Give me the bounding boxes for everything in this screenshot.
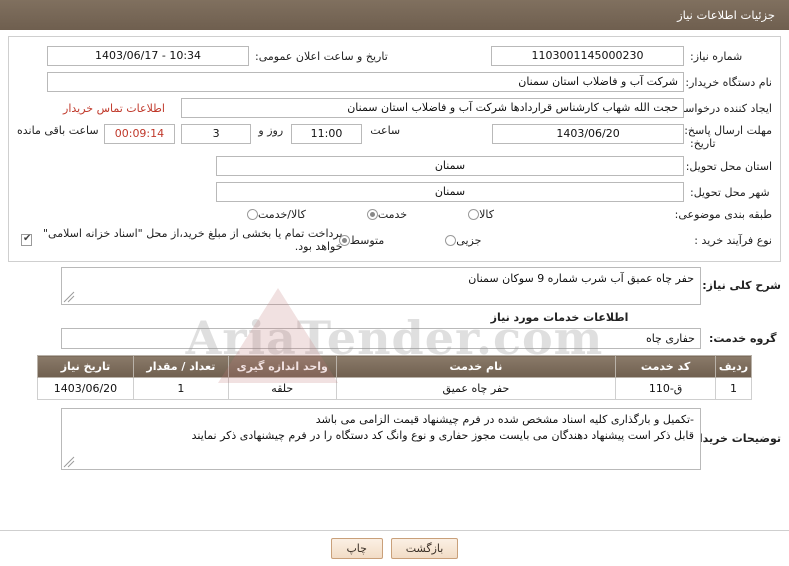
deadline-time-value: 11:00 <box>290 124 363 144</box>
payment-checkbox[interactable] <box>21 233 32 246</box>
process-option-motevaset[interactable]: متوسط <box>336 234 389 247</box>
category-option-kala-khedmat-label: کالا/خدمت <box>258 208 306 221</box>
services-heading: اطلاعات خدمات مورد نیاز <box>490 311 629 324</box>
buyer-notes-value: -تکمیل و بارگذاری کلیه اسناد مشخص شده در… <box>61 408 701 470</box>
cell-name: حفر چاه عمیق <box>335 377 617 400</box>
category-option-khedmat[interactable]: خدمت <box>364 208 411 221</box>
row-process-type: نوع فرآیند خرید : جزیی متوسط پرداخت تمام… <box>17 227 772 253</box>
province-label: استان محل تحویل: <box>685 159 772 173</box>
requester-label: ایجاد کننده درخواست: <box>670 101 772 115</box>
need-number-value: 1103001145000230 <box>491 46 684 66</box>
radio-khedmat-icon[interactable] <box>366 209 378 220</box>
radio-kala-khedmat-icon[interactable] <box>247 209 258 220</box>
buyer-contact-link[interactable]: اطلاعات تماس خریدار <box>63 102 165 115</box>
payment-checkbox-label: پرداخت تمام یا بخشی از مبلغ خرید،از محل … <box>42 227 343 253</box>
th-code: کد خدمت <box>615 355 717 378</box>
buyer-org-value: شرکت آب و فاضلاب استان سمنان <box>47 72 684 92</box>
deadline-label-line2: تاریخ: <box>690 137 716 150</box>
city-label: شهر محل تحویل: <box>690 185 770 199</box>
page-root: جزئیات اطلاعات نیاز شماره نیاز: 11030011… <box>0 0 789 566</box>
deadline-label-line1: مهلت ارسال پاسخ: تا <box>674 124 772 137</box>
print-button[interactable]: چاپ <box>330 538 383 559</box>
row-buyer-notes: توضیحات خریدار: -تکمیل و بارگذاری کلیه ا… <box>8 408 781 470</box>
page-title: جزئیات اطلاعات نیاز <box>677 8 775 22</box>
buyer-notes-line1: -تکمیل و بارگذاری کلیه اسناد مشخص شده در… <box>315 413 694 426</box>
row-city: شهر محل تحویل: سمنان <box>17 182 772 202</box>
category-option-kala-label: کالا <box>479 208 494 221</box>
category-option-khedmat-label: خدمت <box>377 208 408 221</box>
process-option-motevaset-label: متوسط <box>349 233 385 247</box>
resize-grip-icon-2[interactable] <box>63 456 75 468</box>
th-name: نام خدمت <box>335 355 617 378</box>
announce-datetime-label: تاریخ و ساعت اعلان عمومی: <box>255 49 388 63</box>
th-index: ردیف <box>715 355 752 378</box>
summary-section: شرح کلی نیاز: حفر چاه عمیق آب شرب شماره … <box>8 267 781 349</box>
summary-value: حفر چاه عمیق آب شرب شماره 9 سوکان سمنان <box>61 267 701 305</box>
process-label: نوع فرآیند خرید : <box>694 233 772 247</box>
process-option-jozei[interactable]: جزیی <box>442 234 485 247</box>
services-table: ردیف کد خدمت نام خدمت واحد اندازه گیری ت… <box>37 355 752 400</box>
row-need-number: شماره نیاز: 1103001145000230 تاریخ و ساع… <box>17 46 772 66</box>
row-deadline: مهلت ارسال پاسخ: تا تاریخ: 1403/06/20 سا… <box>17 124 772 150</box>
summary-label: شرح کلی نیاز: <box>702 279 781 292</box>
row-category: طبقه بندی موضوعی: کالا خدمت کالا/خدمت <box>17 208 772 221</box>
row-buyer-org: نام دستگاه خریدار: شرکت آب و فاضلاب استا… <box>17 72 772 92</box>
province-value: سمنان <box>216 156 684 176</box>
buyer-notes-line2: قابل ذکر است پیشنهاد دهندگان می بایست مج… <box>191 429 694 442</box>
cell-date: 1403/06/20 <box>37 377 134 400</box>
th-unit: واحد اندازه گیری <box>227 355 337 378</box>
city-value: سمنان <box>216 182 684 202</box>
category-option-kala[interactable]: کالا <box>465 208 498 221</box>
days-label: روز و <box>258 124 284 137</box>
header-bar: جزئیات اطلاعات نیاز <box>0 0 789 30</box>
back-button[interactable]: بازگشت <box>390 538 459 559</box>
cell-code: ق-110 <box>615 377 717 400</box>
table-row: 1 ق-110 حفر چاه عمیق حلقه 1 1403/06/20 <box>37 377 752 400</box>
radio-jozei-icon[interactable] <box>445 234 457 246</box>
remaining-label: ساعت باقی مانده <box>17 124 99 137</box>
row-service-group: گروه خدمت: حفاری چاه <box>8 328 781 349</box>
remaining-time-value: 00:09:14 <box>103 124 176 144</box>
row-summary: شرح کلی نیاز: حفر چاه عمیق آب شرب شماره … <box>8 267 781 305</box>
category-label: طبقه بندی موضوعی: <box>674 208 772 221</box>
footer-bar: بازگشت چاپ <box>0 530 789 566</box>
need-number-label: شماره نیاز: <box>690 49 743 63</box>
time-label: ساعت <box>370 124 401 137</box>
buyer-org-label: نام دستگاه خریدار: <box>685 75 772 89</box>
service-group-value: حفاری چاه <box>61 328 701 349</box>
deadline-date-value: 1403/06/20 <box>492 124 684 144</box>
radio-kala-icon[interactable] <box>468 209 480 220</box>
summary-value-text: حفر چاه عمیق آب شرب شماره 9 سوکان سمنان <box>468 272 694 285</box>
cell-unit: حلقه <box>227 377 337 400</box>
resize-grip-icon[interactable] <box>63 291 75 303</box>
announce-datetime-value: 1403/06/17 - 10:34 <box>47 46 249 66</box>
process-option-jozei-label: جزیی <box>456 233 482 247</box>
table-header-row: ردیف کد خدمت نام خدمت واحد اندازه گیری ت… <box>37 355 752 378</box>
cell-index: 1 <box>715 377 752 400</box>
content-area: شماره نیاز: 1103001145000230 تاریخ و ساع… <box>0 30 789 470</box>
buyer-notes-label: توضیحات خریدار: <box>688 432 781 445</box>
cell-qty: 1 <box>132 377 229 400</box>
th-date: تاریخ نیاز <box>37 355 134 378</box>
th-qty: تعداد / مقدار <box>132 355 229 378</box>
row-province: استان محل تحویل: سمنان <box>17 156 772 176</box>
requester-value: حجت الله شهاب کارشناس قراردادها شرکت آب … <box>181 98 684 118</box>
category-option-kala-khedmat[interactable]: کالا/خدمت <box>244 208 310 221</box>
need-info-panel: شماره نیاز: 1103001145000230 تاریخ و ساع… <box>8 36 781 262</box>
row-requester: ایجاد کننده درخواست: حجت الله شهاب کارشن… <box>17 98 772 118</box>
days-value: 3 <box>181 124 251 144</box>
service-group-label: گروه خدمت: <box>709 332 777 345</box>
radio-motevaset-icon[interactable] <box>338 234 350 246</box>
